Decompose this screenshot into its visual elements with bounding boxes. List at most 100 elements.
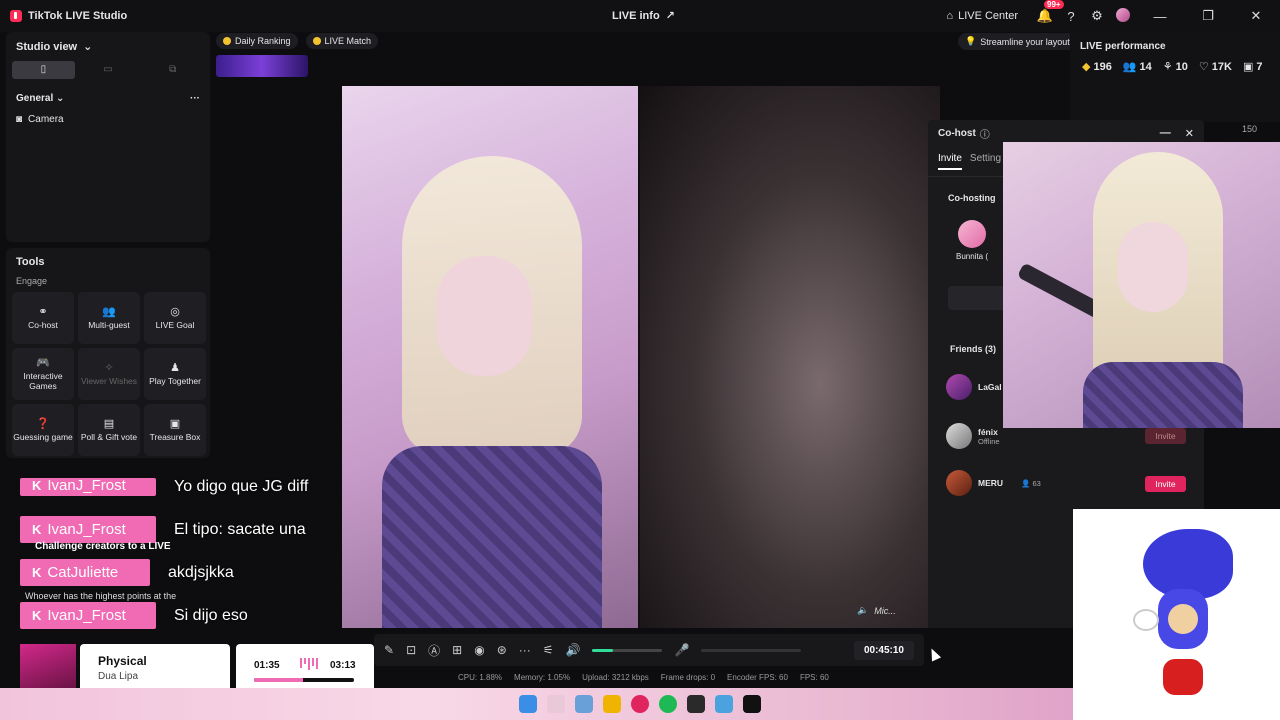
profile-avatar[interactable] [1110, 7, 1136, 25]
tiktok-k-icon: K [32, 565, 42, 580]
camera-preview [1003, 142, 1280, 428]
record-icon[interactable]: ◉ [474, 643, 484, 657]
people-icon: 👥 [1122, 61, 1137, 73]
dress-shape [1083, 362, 1243, 428]
chat-username-text: IvanJ_Frost [47, 521, 126, 538]
chat-text: akdjsjkka [168, 563, 234, 581]
minimize-button[interactable]: — [1136, 9, 1184, 24]
challenge-tip: Challenge creators to a LIVE [35, 541, 171, 552]
co-host-user[interactable]: Bunnita ( [956, 220, 988, 261]
friend-item[interactable]: fénix Offline [946, 423, 1000, 449]
followers-value: 10 [1175, 60, 1188, 73]
mic-level-meter[interactable] [701, 648, 802, 652]
studio-view-label: Studio view [16, 40, 78, 53]
tool-treasure-box[interactable]: ▣ Treasure Box [144, 404, 206, 456]
tool-poll-gift-vote[interactable]: ▤ Poll & Gift vote [78, 404, 140, 456]
friend-status: Offline [978, 436, 1000, 446]
folder-icon[interactable] [603, 695, 621, 713]
friend-name: MERU [978, 478, 1004, 488]
camera-source[interactable]: ◙ Camera [6, 110, 210, 129]
gear-icon[interactable]: ⚙ [1084, 8, 1110, 24]
speaker-icon[interactable]: 🔊 [566, 643, 581, 657]
title-bar: TikTok LIVE Studio LIVE info ↗ ⌂ LIVE Ce… [0, 0, 1280, 32]
tiktok-logo-icon [10, 10, 22, 22]
tool-guessing-game[interactable]: ❓ Guessing game [12, 404, 74, 456]
magic-wand-icon[interactable]: ✎ [384, 643, 394, 657]
tool-viewer-wishes[interactable]: ✧ Viewer Wishes [78, 348, 140, 400]
search-icon[interactable] [547, 695, 565, 713]
tool-interactive-games[interactable]: 🎮 Interactive Games [12, 348, 74, 400]
chat-username: K IvanJ_Frost [20, 516, 156, 543]
obs-icon[interactable] [687, 695, 705, 713]
tiktok-icon[interactable] [743, 695, 761, 713]
streamline-layout-tip[interactable]: 💡 Streamline your layout [958, 33, 1077, 50]
tool-label: LIVE Goal [155, 319, 195, 330]
viewer-count: 63 [1032, 478, 1041, 488]
tool-co-host[interactable]: ⚭ Co-host [12, 292, 74, 344]
info-icon[interactable]: ⓘ [980, 126, 990, 141]
app-icon[interactable] [715, 695, 733, 713]
minimize-icon[interactable]: — [1160, 127, 1171, 140]
tab-settings[interactable]: Setting [970, 153, 1001, 170]
tool-label: Play Together [149, 375, 201, 386]
studio-view-dropdown[interactable]: Studio view ⌄ [6, 32, 210, 61]
whoever-tip: Whoever has the highest points at the [25, 591, 177, 601]
portrait-layout-button[interactable]: ▯ [12, 61, 75, 79]
tool-multi-guest[interactable]: 👥 Multi-guest [78, 292, 140, 344]
friend-viewers: 👤 63 [1021, 478, 1041, 488]
layout-icon[interactable]: ⊡ [406, 643, 416, 657]
bell-icon[interactable]: 🔔 99+ [1032, 0, 1064, 24]
studio-panel: Studio view ⌄ ▯ ▭ ⧉ General ⌄ ··· ◙ Came… [6, 32, 210, 242]
effects-icon[interactable]: ⊛ [497, 643, 507, 657]
invite-button[interactable]: Invite [1145, 476, 1186, 492]
live-info-button[interactable]: LIVE info ↗ [612, 9, 675, 23]
avatar [958, 220, 987, 248]
invite-button[interactable]: Invite [1145, 428, 1186, 444]
add-source-icon[interactable]: ⊞ [452, 643, 462, 657]
live-center-button[interactable]: ⌂ LIVE Center [946, 10, 1018, 22]
close-icon[interactable]: ✕ [1185, 127, 1194, 140]
face-shape [437, 256, 532, 376]
chat-message: K IvanJ_Frost El tipo: sacate una [20, 516, 306, 543]
landscape-layout-button[interactable]: ▭ [77, 61, 140, 79]
daily-ranking-label: Daily Ranking [235, 36, 291, 46]
people-icon: 👥 [102, 305, 116, 318]
chevron-down-icon: ⌄ [83, 41, 93, 53]
tool-play-together[interactable]: ♟ Play Together [144, 348, 206, 400]
avatar [946, 374, 972, 400]
spotify-icon[interactable] [659, 695, 677, 713]
sprite-glove [1133, 609, 1159, 631]
volume-slider[interactable] [592, 648, 663, 652]
microphone-icon[interactable]: 🎤 [674, 643, 689, 657]
multi-layout-button[interactable]: ⧉ [141, 61, 204, 79]
friend-item[interactable]: MERU 👤 63 [946, 470, 1041, 496]
live-match-button[interactable]: LIVE Match [305, 33, 379, 49]
more-icon[interactable]: ··· [190, 93, 200, 104]
ai-icon[interactable]: Ⓐ [428, 642, 440, 659]
gift-icon: ✧ [104, 361, 114, 374]
more-icon[interactable]: ··· [519, 643, 531, 657]
friend-item[interactable]: LaGal [946, 374, 1002, 400]
tool-live-goal[interactable]: ◎ LIVE Goal [144, 292, 206, 344]
tiktok-k-icon: K [32, 608, 42, 623]
general-section-header[interactable]: General ⌄ ··· [6, 79, 210, 110]
adjust-icon[interactable]: ⚟ [543, 643, 554, 657]
maximize-button[interactable]: ❐ [1184, 8, 1232, 24]
streamline-label: Streamline your layout [980, 36, 1070, 47]
speaker-icon[interactable]: 🔈 [857, 605, 868, 616]
app-icon[interactable] [575, 695, 593, 713]
tab-invite[interactable]: Invite [938, 153, 962, 170]
track-progress-bar [254, 678, 354, 682]
promo-banner[interactable] [216, 55, 308, 77]
home-icon: ⌂ [946, 10, 954, 22]
start-icon[interactable] [519, 695, 537, 713]
match-icon [312, 37, 321, 45]
opera-icon[interactable] [631, 695, 649, 713]
daily-ranking-button[interactable]: Daily Ranking [216, 33, 298, 49]
help-icon[interactable]: ? [1058, 9, 1084, 24]
trophy-icon [223, 37, 231, 45]
tool-label: Co-host [28, 319, 58, 330]
viewers-metric: 👥 14 [1122, 60, 1152, 74]
stream-canvas[interactable]: 🔈 Mic... [342, 86, 940, 628]
close-button[interactable]: ✕ [1232, 8, 1280, 24]
